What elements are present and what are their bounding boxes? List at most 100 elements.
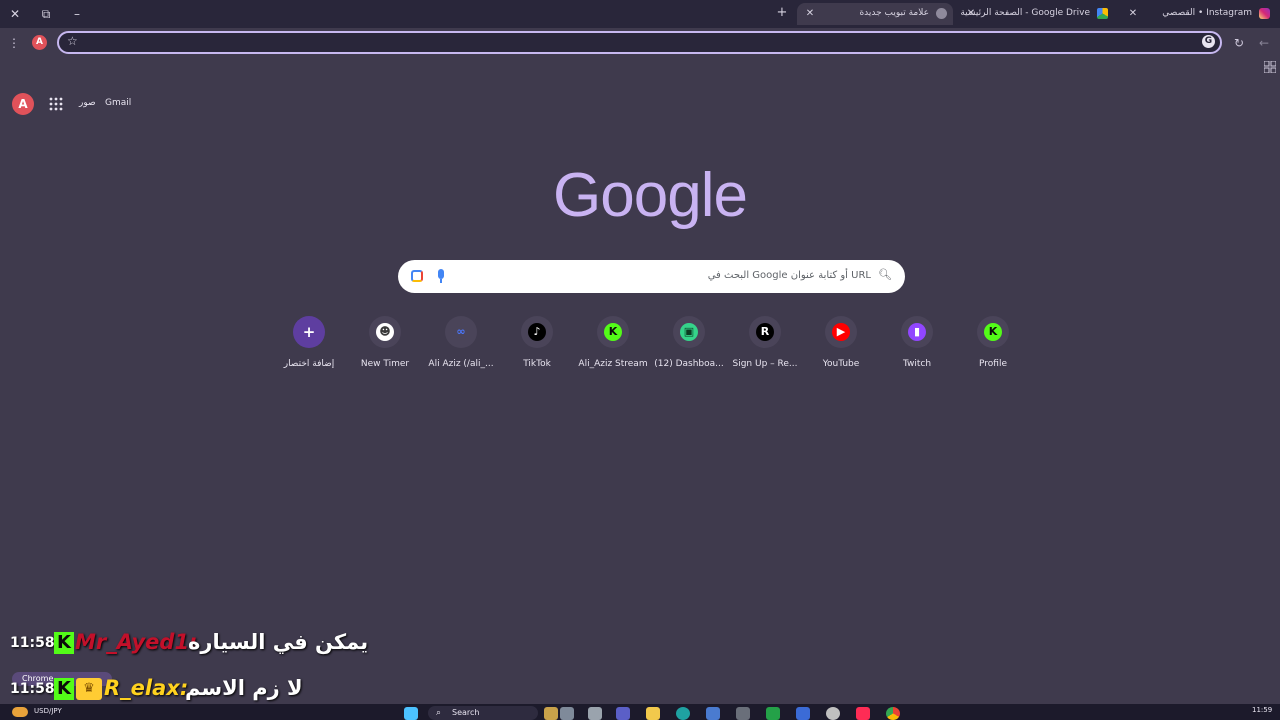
weather-widget-icon[interactable] (12, 707, 28, 717)
minimize-window-button[interactable]: – (66, 4, 88, 24)
kebab-menu-icon[interactable]: ⋮ (6, 35, 22, 51)
shortcut-label: YouTube (822, 359, 860, 369)
widgets-icon[interactable] (544, 707, 558, 720)
taskbar-search[interactable]: ⌕ Search (428, 706, 538, 720)
shortcut-tile[interactable]: K Ali_Aziz Stream (575, 315, 651, 375)
microphone-icon[interactable] (438, 269, 444, 283)
gmail-link[interactable]: Gmail (105, 98, 131, 108)
taskbar-search-label: Search (452, 708, 480, 717)
profile-avatar[interactable]: A (32, 35, 47, 50)
task-view-icon[interactable] (560, 707, 574, 720)
chat-username: Mr_Ayed1: (75, 630, 198, 654)
shortcut-icon-container: K (597, 316, 629, 348)
bookmark-star-icon[interactable]: ☆ (67, 34, 78, 48)
shortcut-label: إضافة اختصار (283, 359, 335, 369)
search-icon: ⌕ (436, 708, 442, 718)
ntp-search-box[interactable]: البحث في Google أو كتابة عنوان URL 🔍︎ (398, 260, 905, 293)
site-favicon-icon: ∞ (452, 323, 470, 341)
shortcut-tile[interactable]: ▮ Twitch (879, 315, 955, 375)
chat-time: 11:58 (10, 681, 55, 697)
reload-icon[interactable]: ↻ (1231, 35, 1247, 51)
back-arrow-icon[interactable]: ← (1256, 35, 1272, 51)
close-window-button[interactable]: ✕ (4, 4, 26, 24)
instagram-icon (1259, 8, 1270, 19)
google-apps-icon[interactable] (49, 97, 63, 111)
site-favicon-icon: ▮ (908, 323, 926, 341)
chrome-icon[interactable] (886, 707, 900, 720)
images-link[interactable]: صور (79, 98, 96, 108)
shortcut-label: Profile (979, 359, 1007, 369)
tiktok-app-icon[interactable] (856, 707, 870, 720)
close-icon[interactable]: ✕ (1126, 7, 1140, 21)
plus-icon: + (302, 323, 316, 341)
close-icon[interactable]: ✕ (803, 7, 817, 21)
search-icon: 🔍︎ (878, 268, 892, 281)
shortcut-icon-container: R (749, 316, 781, 348)
site-favicon-icon: ▣ (680, 323, 698, 341)
shortcut-icon-container: ▮ (901, 316, 933, 348)
google-logo: Google (553, 161, 748, 230)
maximize-window-button[interactable]: ⧉ (35, 4, 57, 24)
tab-title: علامة تبويب جديدة (859, 8, 929, 18)
xbox-icon[interactable] (766, 707, 780, 720)
shortcut-tile[interactable]: ♪ TikTok (499, 315, 575, 375)
shortcut-label: TikTok (523, 359, 551, 369)
shortcut-tile[interactable]: ▣ (12) Dashboa... (651, 315, 727, 375)
shortcut-label: Sign Up – Re... (732, 359, 798, 369)
store-icon[interactable] (706, 707, 720, 720)
google-search-engine-icon: G (1202, 35, 1215, 48)
site-favicon-icon: ☻ (376, 323, 394, 341)
shortcut-tile[interactable]: ▶ YouTube (803, 315, 879, 375)
tab-strip: ✕ ⧉ – + ✕ علامة تبويب جديدة ✕ الصفحة الر… (0, 0, 1280, 28)
shortcut-tile[interactable]: R Sign Up – Re... (727, 315, 803, 375)
site-favicon-icon: K (604, 323, 622, 341)
file-explorer-icon[interactable] (646, 707, 660, 720)
chat-username: R_elax: (104, 676, 189, 700)
shortcut-tile[interactable]: K Profile (955, 315, 1031, 375)
edge-icon[interactable] (676, 707, 690, 720)
tab-new-tab[interactable]: ✕ علامة تبويب جديدة (797, 3, 953, 25)
shortcut-label: New Timer (360, 359, 410, 369)
shortcut-icon-container: ▣ (673, 316, 705, 348)
side-panel-icon[interactable] (1264, 61, 1276, 73)
shortcut-icon-container: K (977, 316, 1009, 348)
app-icon[interactable] (736, 707, 750, 720)
tab-title: القصصي • Instagram (1162, 8, 1252, 18)
kick-badge-icon: K (54, 632, 74, 654)
new-tab-button[interactable]: + (774, 5, 790, 21)
app-icon[interactable] (826, 707, 840, 720)
chrome-icon (936, 8, 947, 19)
taskbar-clock[interactable]: 11:59 (1252, 706, 1272, 714)
shortcut-icon-container: ☻ (369, 316, 401, 348)
address-input[interactable] (87, 35, 1187, 50)
shortcut-label: Twitch (902, 359, 932, 369)
shortcut-label: Ali Aziz (/ali_... (428, 359, 494, 369)
shortcut-tile[interactable]: ☻ New Timer (347, 315, 423, 375)
tab-instagram[interactable]: ✕ القصصي • Instagram (1120, 3, 1276, 25)
shortcut-label: (12) Dashboa... (654, 359, 724, 369)
shortcut-icon-container: ▶ (825, 316, 857, 348)
shortcut-icon-container: ∞ (445, 316, 477, 348)
site-favicon-icon: R (756, 323, 774, 341)
shortcut-tile[interactable]: ∞ Ali Aziz (/ali_... (423, 315, 499, 375)
shortcut-icon-container: + (293, 316, 325, 348)
app-icon[interactable] (796, 707, 810, 720)
site-favicon-icon: ▶ (832, 323, 850, 341)
account-avatar[interactable]: A (12, 93, 34, 115)
windows-start-icon[interactable] (404, 707, 418, 720)
google-drive-icon (1097, 8, 1108, 19)
tab-title: الصفحة الرئيسية - Google Drive (960, 8, 1090, 18)
add-shortcut-button[interactable]: + إضافة اختصار (271, 315, 347, 375)
teams-icon[interactable] (616, 707, 630, 720)
ticker-label[interactable]: USD/JPY (34, 707, 62, 715)
tab-google-drive[interactable]: ✕ الصفحة الرئيسية - Google Drive (958, 3, 1114, 25)
chat-text: يمكن في السياره (188, 630, 369, 654)
shortcut-label: Ali_Aziz Stream (578, 359, 648, 369)
app-icon[interactable] (588, 707, 602, 720)
site-favicon-icon: K (984, 323, 1002, 341)
site-favicon-icon: ♪ (528, 323, 546, 341)
crown-badge-icon: ♛ (76, 678, 102, 700)
google-lens-icon[interactable] (411, 270, 423, 282)
address-bar[interactable]: ☆ G (57, 31, 1222, 54)
shortcut-icon-container: ♪ (521, 316, 553, 348)
